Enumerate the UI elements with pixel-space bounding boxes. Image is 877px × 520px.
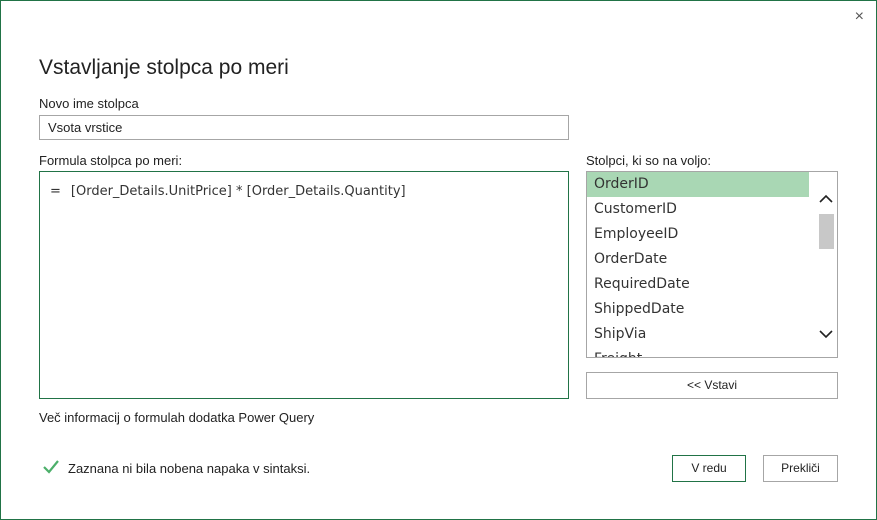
list-item-customerid[interactable]: CustomerID — [587, 197, 809, 222]
formula-label: Formula stolpca po meri: — [39, 153, 183, 168]
chevron-up-icon[interactable] — [815, 190, 837, 208]
new-column-name-label: Novo ime stolpca — [39, 96, 139, 111]
power-query-info-link[interactable]: Več informacij o formulah dodatka Power … — [39, 410, 314, 425]
list-item-employeeid[interactable]: EmployeeID — [587, 222, 809, 247]
available-columns-label: Stolpci, ki so na voljo: — [586, 153, 712, 168]
list-item-orderdate[interactable]: OrderDate — [587, 247, 809, 272]
list-scrollbar[interactable] — [815, 172, 837, 357]
status-text: Zaznana ni bila nobena napaka v sintaksi… — [68, 461, 311, 476]
cancel-button[interactable]: Prekliči — [763, 455, 838, 482]
list-item-orderid[interactable]: OrderID — [587, 172, 809, 197]
formula-equals: = — [50, 184, 61, 199]
list-item-shipvia[interactable]: ShipVia — [587, 322, 809, 347]
new-column-name-input[interactable] — [39, 115, 569, 140]
dialog-title: Vstavljanje stolpca po meri — [39, 56, 289, 79]
list-item-shippeddate[interactable]: ShippedDate — [587, 297, 809, 322]
formula-text: [Order_Details.UnitPrice] * [Order_Detai… — [70, 184, 406, 199]
checkmark-icon — [42, 459, 60, 478]
custom-column-dialog: × Vstavljanje stolpca po meri Novo ime s… — [0, 0, 877, 520]
ok-button[interactable]: V redu — [672, 455, 746, 482]
available-columns-list[interactable]: OrderID CustomerID EmployeeID OrderDate … — [586, 171, 838, 358]
insert-button[interactable]: << Vstavi — [586, 372, 838, 399]
chevron-down-icon[interactable] — [815, 325, 837, 343]
syntax-status: Zaznana ni bila nobena napaka v sintaksi… — [42, 459, 310, 478]
list-item-freight[interactable]: Freight — [587, 347, 809, 357]
formula-editor[interactable]: = [Order_Details.UnitPrice] * [Order_Deta… — [39, 171, 569, 399]
list-item-requireddate[interactable]: RequiredDate — [587, 272, 809, 297]
close-icon[interactable]: × — [855, 8, 864, 26]
scrollbar-thumb[interactable] — [819, 214, 834, 249]
